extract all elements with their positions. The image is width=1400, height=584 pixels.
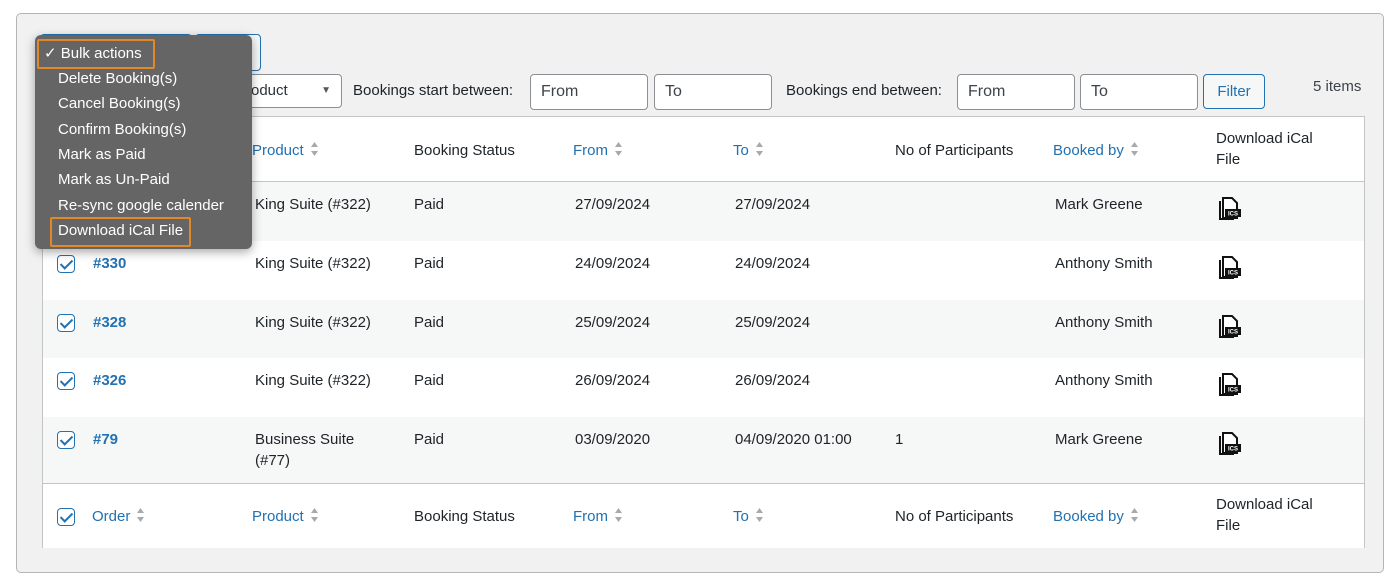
column-product[interactable]: Product xyxy=(252,140,319,163)
bulk-option-mark-unpaid[interactable]: Mark as Un-Paid xyxy=(58,170,170,190)
ics-file-icon[interactable]: ICS xyxy=(1217,255,1243,281)
svg-text:ICS: ICS xyxy=(1228,330,1238,336)
column-product[interactable]: Product xyxy=(252,506,319,529)
table-row: #328 King Suite (#322) Paid 25/09/2024 2… xyxy=(43,300,1364,358)
row-checkbox[interactable] xyxy=(57,314,75,332)
product-cell: King Suite (#322) xyxy=(255,372,371,389)
from-cell: 25/09/2024 xyxy=(575,314,651,331)
sort-icon xyxy=(310,508,319,524)
participants-cell: 1 xyxy=(895,431,904,448)
booked-by-cell: Mark Greene xyxy=(1055,431,1143,448)
order-link[interactable]: #79 xyxy=(93,429,118,450)
booked-by-cell: Anthony Smith xyxy=(1055,314,1153,331)
row-checkbox[interactable] xyxy=(57,431,75,449)
svg-text:ICS: ICS xyxy=(1228,271,1238,277)
column-participants: No of Participants xyxy=(895,142,1014,159)
product-cell: Business Suite (#77) xyxy=(255,431,355,469)
status-cell: Paid xyxy=(414,431,445,448)
product-cell: King Suite (#322) xyxy=(255,196,371,213)
start-from-input[interactable] xyxy=(530,74,648,110)
ics-file-icon[interactable]: ICS xyxy=(1217,372,1243,398)
highlight-download-ical xyxy=(50,217,191,247)
from-cell: 26/09/2024 xyxy=(575,372,651,389)
select-all-checkbox[interactable] xyxy=(57,508,75,526)
status-cell: Paid xyxy=(414,255,445,272)
end-between-label: Bookings end between: xyxy=(786,82,942,99)
column-from[interactable]: From xyxy=(573,506,623,529)
order-link[interactable]: #330 xyxy=(93,253,126,274)
svg-text:ICS: ICS xyxy=(1228,447,1238,453)
start-between-label: Bookings start between: xyxy=(353,82,514,99)
booked-by-cell: Anthony Smith xyxy=(1055,372,1153,389)
column-order[interactable]: Order xyxy=(92,506,145,529)
sort-icon xyxy=(1130,508,1139,524)
column-to[interactable]: To xyxy=(733,506,764,529)
sort-icon xyxy=(310,142,319,158)
status-cell: Paid xyxy=(414,314,445,331)
to-cell: 25/09/2024 xyxy=(735,314,811,331)
svg-text:ICS: ICS xyxy=(1228,212,1238,218)
sort-icon xyxy=(755,508,764,524)
sort-icon xyxy=(1130,142,1139,158)
bulk-option-cancel[interactable]: Cancel Booking(s) xyxy=(58,94,181,114)
booked-by-cell: Anthony Smith xyxy=(1055,255,1153,272)
table-row: #79 Business Suite (#77) Paid 03/09/2020 … xyxy=(43,417,1364,483)
to-cell: 24/09/2024 xyxy=(735,255,811,272)
sort-icon xyxy=(755,142,764,158)
order-link[interactable]: #328 xyxy=(93,312,126,333)
table-row: #326 King Suite (#322) Paid 26/09/2024 2… xyxy=(43,358,1364,417)
product-cell: King Suite (#322) xyxy=(255,314,371,331)
column-download-ical: Download iCal File xyxy=(1216,496,1313,534)
column-to[interactable]: To xyxy=(733,140,764,163)
order-link[interactable]: #326 xyxy=(93,370,126,391)
product-cell: King Suite (#322) xyxy=(255,255,371,272)
product-filter-value: oduct xyxy=(251,82,288,99)
bulk-option-resync-google[interactable]: Re-sync google calender xyxy=(58,196,224,216)
sort-icon xyxy=(136,508,145,524)
end-from-input[interactable] xyxy=(957,74,1075,110)
column-from[interactable]: From xyxy=(573,140,623,163)
column-booked-by[interactable]: Booked by xyxy=(1053,506,1139,529)
to-cell: 26/09/2024 xyxy=(735,372,811,389)
column-download-ical: Download iCal File xyxy=(1216,130,1313,168)
from-cell: 27/09/2024 xyxy=(575,196,651,213)
to-cell: 27/09/2024 xyxy=(735,196,811,213)
to-cell: 04/09/2020 01:00 xyxy=(735,431,852,448)
bulk-actions-dropdown: ✓ Bulk actions Delete Booking(s) Cancel … xyxy=(35,35,252,249)
bulk-option-confirm[interactable]: Confirm Booking(s) xyxy=(58,120,186,140)
ics-file-icon[interactable]: ICS xyxy=(1217,431,1243,457)
table-footer: Order Product Booking Status From To No … xyxy=(43,483,1364,548)
highlight-bulk-actions xyxy=(37,39,155,69)
filter-button[interactable]: Filter xyxy=(1203,74,1265,109)
chevron-down-icon: ▼ xyxy=(321,85,331,96)
sort-icon xyxy=(614,142,623,158)
items-count: 5 items xyxy=(1313,78,1362,95)
row-checkbox[interactable] xyxy=(57,372,75,390)
end-to-input[interactable] xyxy=(1080,74,1198,110)
table-row: #330 King Suite (#322) Paid 24/09/2024 2… xyxy=(43,241,1364,300)
from-cell: 03/09/2020 xyxy=(575,431,651,448)
bulk-option-mark-paid[interactable]: Mark as Paid xyxy=(58,145,146,165)
row-checkbox[interactable] xyxy=(57,255,75,273)
svg-text:ICS: ICS xyxy=(1228,388,1238,394)
ics-file-icon[interactable]: ICS xyxy=(1217,314,1243,340)
status-cell: Paid xyxy=(414,372,445,389)
column-booked-by[interactable]: Booked by xyxy=(1053,140,1139,163)
sort-icon xyxy=(614,508,623,524)
from-cell: 24/09/2024 xyxy=(575,255,651,272)
ics-file-icon[interactable]: ICS xyxy=(1217,196,1243,222)
column-booking-status: Booking Status xyxy=(414,142,515,159)
status-cell: Paid xyxy=(414,196,445,213)
booked-by-cell: Mark Greene xyxy=(1055,196,1143,213)
bulk-option-delete[interactable]: Delete Booking(s) xyxy=(58,69,177,89)
start-to-input[interactable] xyxy=(654,74,772,110)
column-participants: No of Participants xyxy=(895,508,1014,525)
column-booking-status: Booking Status xyxy=(414,508,515,525)
